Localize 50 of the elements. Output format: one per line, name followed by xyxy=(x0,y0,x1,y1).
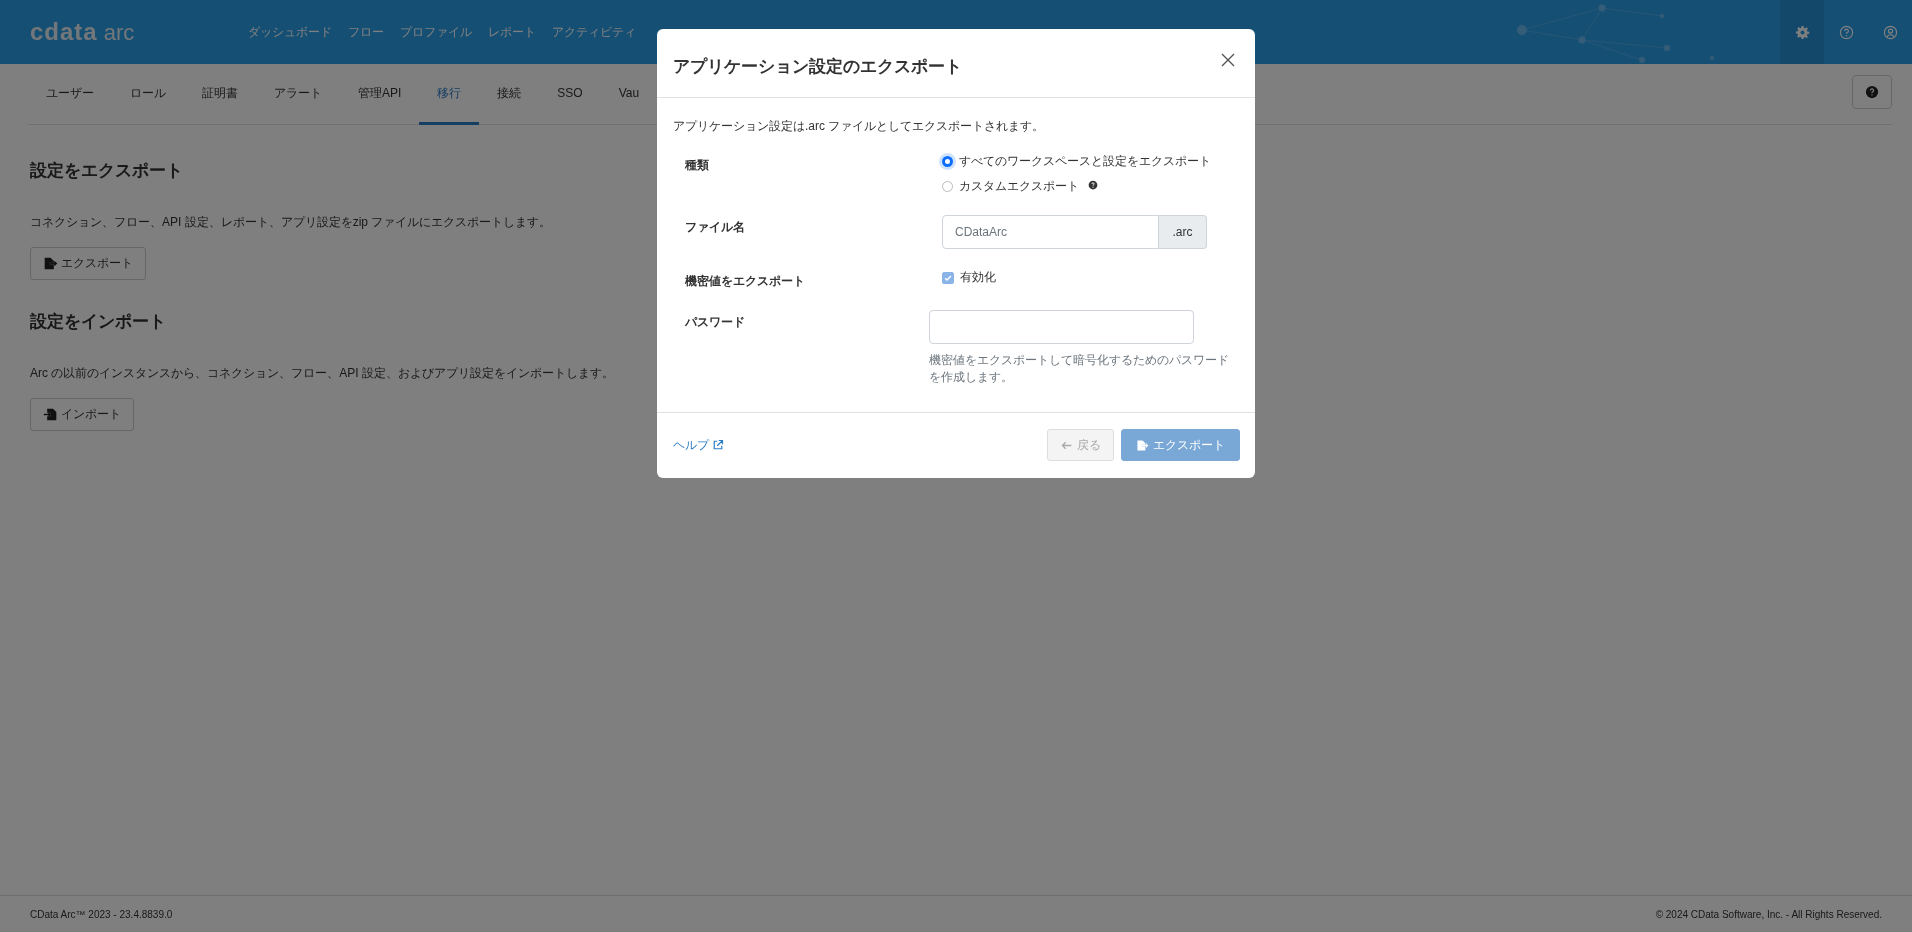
nav-link[interactable]: フロー xyxy=(340,24,392,40)
nav-link[interactable]: レポート xyxy=(480,24,544,40)
version-text: CData Arc™ 2023 - 23.4.8839.0 xyxy=(30,908,173,920)
help-button[interactable] xyxy=(1852,75,1892,109)
radio-label[interactable]: カスタムエクスポート xyxy=(959,178,1079,195)
radio-button[interactable] xyxy=(942,181,953,192)
settings-tab[interactable]: ロール xyxy=(112,64,184,125)
settings-tab[interactable]: 証明書 xyxy=(184,64,256,125)
settings-icon xyxy=(1794,24,1810,40)
nav-link[interactable]: ダッシュボード xyxy=(240,24,340,40)
modal-description: アプリケーション設定は.arc ファイルとしてエクスポートされます。 xyxy=(673,118,1046,135)
close-icon xyxy=(1220,52,1236,68)
settings-tab[interactable]: SSO xyxy=(539,64,601,125)
file-export-icon xyxy=(43,256,58,271)
copyright-text: © 2024 CData Software, Inc. - All Rights Reserved. xyxy=(1655,908,1882,920)
user-icon xyxy=(1882,24,1898,40)
logo-text: cdata xyxy=(30,18,98,46)
field-label: 機密値をエクスポート xyxy=(684,273,806,290)
section-description: コネクション、フロー、API 設定、レポート、アプリ設定をzip ファイルにエクスポートします。 xyxy=(30,214,552,231)
section-title: 設定をエクスポート xyxy=(30,160,183,182)
section-title: 設定をインポート xyxy=(30,311,166,333)
section-description: Arc の以前のインスタンスから、コネクション、フロー、API 設定、およびアプリ設定をインポートします。 xyxy=(30,365,614,382)
nav-link[interactable]: アクティビティ xyxy=(544,24,644,40)
settings-tab[interactable]: ユーザー xyxy=(28,64,112,125)
help-link[interactable]: ヘルプ xyxy=(673,436,724,454)
settings-tab[interactable]: 移行 xyxy=(419,64,480,125)
settings-button[interactable] xyxy=(1780,0,1824,64)
password-hint: 機密値をエクスポートして暗号化するためのパスワードを作成します。 xyxy=(929,352,1230,386)
field-label: 種類 xyxy=(684,157,710,174)
field-label: パスワード xyxy=(684,314,746,331)
settings-tab[interactable]: Vau xyxy=(600,64,658,125)
file-export-icon xyxy=(1136,438,1149,452)
import-button[interactable]: インポート xyxy=(30,398,134,431)
modal-title: アプリケーション設定のエクスポート xyxy=(673,55,962,78)
file-import-icon xyxy=(43,407,58,422)
external-link-icon xyxy=(712,439,724,452)
nav-link[interactable]: プロファイル xyxy=(392,24,480,40)
radio-label[interactable]: すべてのワークスペースと設定をエクスポート xyxy=(959,153,1211,170)
radio-button[interactable] xyxy=(942,156,953,167)
help-icon xyxy=(1865,85,1879,99)
settings-tab[interactable]: 接続 xyxy=(479,64,540,125)
file-extension-addon: .arc xyxy=(1159,215,1207,249)
export-button[interactable]: エクスポート xyxy=(30,247,146,280)
file-name-field[interactable]: CDataArc xyxy=(942,215,1159,249)
field-label: ファイル名 xyxy=(684,219,746,236)
settings-tab[interactable]: 管理API xyxy=(340,64,420,125)
password-field[interactable] xyxy=(929,310,1194,344)
settings-tab[interactable]: アラート xyxy=(256,64,340,125)
logo-suffix: arc xyxy=(103,20,135,46)
help-icon xyxy=(1838,24,1854,40)
